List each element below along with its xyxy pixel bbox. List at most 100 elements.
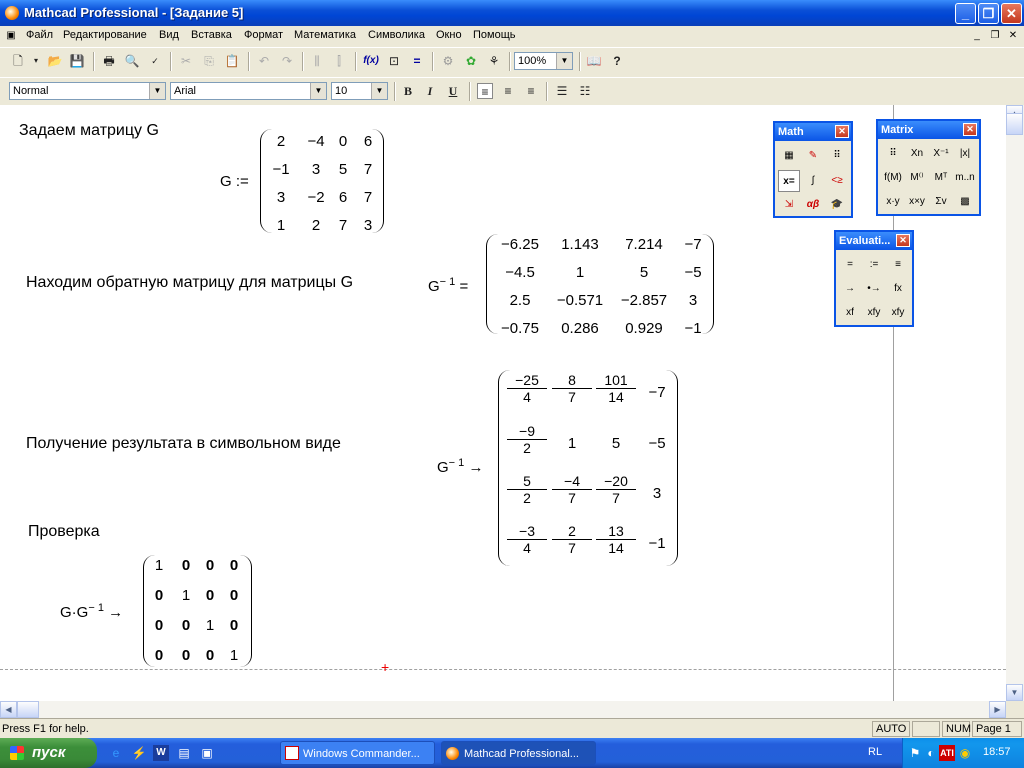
matrix-g-inverse-symbolic[interactable]: −25 4 8 7 101 14 −7 −9 2 1 5 −5 5 2 −4 7 −20 7 3 −3 4 2 7 13 14−… xyxy=(498,370,678,566)
menu-insert[interactable]: Вставка xyxy=(191,29,232,41)
doc-minimize-button[interactable]: _ xyxy=(970,29,984,42)
language-indicator[interactable]: RL xyxy=(868,746,882,758)
evaluation-palette[interactable]: Evaluati... ✕ = := ≡ → •→ fx xf xfy xfy xyxy=(834,230,914,327)
menu-file[interactable]: Файл xyxy=(26,29,53,41)
determinant-icon[interactable]: |x| xyxy=(954,143,976,165)
copy-icon[interactable]: ⎘ xyxy=(201,53,217,69)
align-right-icon[interactable]: ≡ xyxy=(523,83,539,99)
underline-button[interactable]: U xyxy=(445,83,461,99)
cross-product-icon[interactable]: x×y xyxy=(906,191,928,213)
chevron-down-icon[interactable]: ▼ xyxy=(149,83,165,99)
tray-app-icon[interactable]: ◉ xyxy=(957,745,973,761)
network-icon[interactable]: ⚑ xyxy=(907,745,923,761)
quick-launch-icon[interactable]: ⚡ xyxy=(131,745,147,761)
programming-icon[interactable]: ⇲ xyxy=(778,194,800,216)
matrix-g-inverse[interactable]: −6.25 1.143 7.214 −7 −4.5 1 5 −5 2.5 −0.571 −2.857… xyxy=(486,234,714,337)
scroll-thumb[interactable] xyxy=(17,701,39,718)
calculator-icon[interactable]: ▦ xyxy=(778,145,800,167)
global-definition-button[interactable]: ≡ xyxy=(887,254,909,276)
postfix-operator-button[interactable]: xf xyxy=(839,302,861,324)
bullets-icon[interactable]: ☰ xyxy=(554,83,570,99)
insert-matrix-icon[interactable]: ⠿ xyxy=(882,143,904,165)
save-icon[interactable]: 💾 xyxy=(69,53,85,69)
insert-function-icon[interactable]: f(x) xyxy=(363,53,379,69)
close-button[interactable]: ✕ xyxy=(1001,3,1022,24)
symbolic-eval-button[interactable]: → xyxy=(839,278,861,300)
vectorize-icon[interactable]: f(M) xyxy=(882,167,904,189)
vertical-scrollbar[interactable]: ▲ ▼ xyxy=(1006,105,1024,701)
redo-icon[interactable]: ↷ xyxy=(279,53,295,69)
prefix-operator-button[interactable]: fx xyxy=(887,278,909,300)
text-region-check[interactable]: Проверка xyxy=(28,523,100,541)
infix-operator-button[interactable]: xfy xyxy=(863,302,885,324)
bold-button[interactable]: B xyxy=(400,83,416,99)
folder-icon[interactable]: ▤ xyxy=(176,745,192,761)
font-size-select[interactable]: 10 ▼ xyxy=(331,82,388,100)
ati-icon[interactable]: ATI xyxy=(939,745,955,761)
close-icon[interactable]: ✕ xyxy=(963,123,977,136)
font-select[interactable]: Arial ▼ xyxy=(170,82,327,100)
keyword-symbolic-button[interactable]: •→ xyxy=(863,278,885,300)
align-down-icon[interactable]: ⫿ xyxy=(331,53,347,69)
text-region-inverse[interactable]: Находим обратную матрицу для матрицы G xyxy=(26,274,353,292)
menu-window[interactable]: Окно xyxy=(436,29,462,41)
math-palette[interactable]: Math ✕ ▦ ✎ ⠿ x= ∫ <≥ ⇲ αβ 🎓 xyxy=(773,121,853,218)
save-quick-icon[interactable]: ▣ xyxy=(199,745,215,761)
new-dropdown-icon[interactable]: ▾ xyxy=(28,53,44,69)
new-icon[interactable]: 🗋 xyxy=(10,53,26,69)
restore-button[interactable]: ❐ xyxy=(978,3,999,24)
matrix-palette-title[interactable]: Matrix ✕ xyxy=(878,121,979,139)
math-palette-title[interactable]: Math ✕ xyxy=(775,123,851,141)
calculate-icon[interactable]: = xyxy=(409,53,425,69)
scroll-down-icon[interactable]: ▼ xyxy=(1006,684,1023,701)
close-icon[interactable]: ✕ xyxy=(896,234,910,247)
boolean-icon[interactable]: <≥ xyxy=(826,170,848,192)
definition-button[interactable]: := xyxy=(863,254,885,276)
scroll-thumb[interactable] xyxy=(1006,113,1023,135)
chevron-down-icon[interactable]: ▼ xyxy=(371,83,387,99)
start-button[interactable]: пуск xyxy=(0,738,97,768)
print-icon[interactable]: 🖶 xyxy=(101,53,117,69)
calculus-icon[interactable]: ∫ xyxy=(802,170,824,192)
print-preview-icon[interactable]: 🔍 xyxy=(124,53,140,69)
style-select[interactable]: Normal ▼ xyxy=(9,82,166,100)
transpose-icon[interactable]: Mᵀ xyxy=(930,167,952,189)
definition-lhs[interactable]: G := xyxy=(220,173,249,190)
column-icon[interactable]: M⁽⁾ xyxy=(906,167,928,189)
matrix-g[interactable]: 2 −4 0 6 −1 3 5 7 3 −2 6 7 1 2 7 3 xyxy=(260,129,384,234)
align-center-icon[interactable]: ≡ xyxy=(500,83,516,99)
doc-restore-button[interactable]: ❐ xyxy=(988,29,1002,42)
align-left-icon[interactable]: ≡ xyxy=(477,83,493,99)
check-lhs[interactable]: G·G− 1 → xyxy=(60,602,123,621)
picture-icon[interactable]: ▩ xyxy=(954,191,976,213)
inverse-lhs[interactable]: G− 1 = xyxy=(428,276,468,295)
menu-math[interactable]: Математика xyxy=(294,29,356,41)
insert-unit-icon[interactable]: ⊡ xyxy=(386,53,402,69)
menu-help[interactable]: Помощь xyxy=(473,29,516,41)
horizontal-scrollbar[interactable]: ◀ ▶ xyxy=(0,701,1006,718)
italic-button[interactable]: I xyxy=(422,83,438,99)
scroll-right-icon[interactable]: ▶ xyxy=(989,701,1006,718)
treefix-operator-button[interactable]: xfy xyxy=(887,302,909,324)
identity-matrix[interactable]: 1000010000100001 xyxy=(143,555,252,667)
cut-icon[interactable]: ✂ xyxy=(178,53,194,69)
text-region-define[interactable]: Задаем матрицу G xyxy=(19,122,159,140)
numeric-eval-button[interactable]: = xyxy=(839,254,861,276)
mathcad-app-icon[interactable] xyxy=(5,6,19,20)
undo-icon[interactable]: ↶ xyxy=(256,53,272,69)
minimize-button[interactable]: _ xyxy=(955,3,976,24)
worksheet[interactable]: Задаем матрицу G Находим обратную матриц… xyxy=(0,105,1006,701)
matrix-palette[interactable]: Matrix ✕ ⠿ Xn X⁻¹ |x| f(M) M⁽⁾ Mᵀ m..n x·… xyxy=(876,119,981,216)
evaluation-palette-title[interactable]: Evaluati... ✕ xyxy=(836,232,912,250)
insert-hyperlink-icon[interactable]: ✿ xyxy=(463,53,479,69)
inverse-icon[interactable]: X⁻¹ xyxy=(930,143,952,165)
resource-center-icon[interactable]: 📖 xyxy=(586,53,602,69)
text-region-symbolic[interactable]: Получение результата в символьном виде xyxy=(26,435,341,453)
insert-component-icon[interactable]: ⚙ xyxy=(440,53,456,69)
menu-edit[interactable]: Редактирование xyxy=(63,29,147,41)
range-icon[interactable]: m..n xyxy=(954,167,976,189)
symbolic-lhs[interactable]: G− 1 → xyxy=(437,457,483,476)
open-icon[interactable]: 📂 xyxy=(47,53,63,69)
numbering-icon[interactable]: ☷ xyxy=(577,83,593,99)
symbolic-icon[interactable]: 🎓 xyxy=(826,194,848,216)
